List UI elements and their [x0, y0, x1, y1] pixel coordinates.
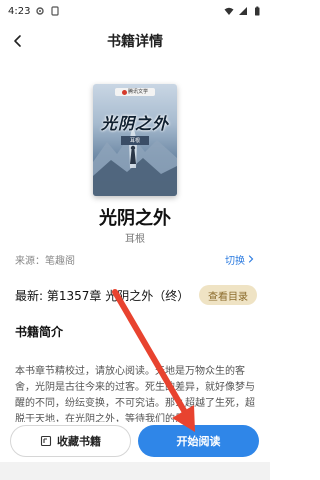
back-button[interactable]	[6, 29, 30, 53]
publisher-logo-icon	[121, 89, 127, 95]
book-author: 耳根	[125, 234, 145, 245]
cover-badge-text: 腾讯文学	[127, 88, 148, 95]
start-reading-label: 开始阅读	[176, 435, 221, 448]
cover-title: 光阴之外	[100, 114, 169, 133]
battery-icon	[255, 6, 260, 16]
latest-chapter[interactable]: 最新: 第1357章 光阴之外（终）	[15, 287, 189, 304]
intro-text: 本书章节精校过，请放心阅读。天地是万物众生的客舍，光阴是古往今来的过客。死生的差…	[15, 366, 255, 425]
favorite-book-label: 收藏书籍	[57, 435, 101, 448]
switch-source-button[interactable]: 切换	[225, 252, 255, 267]
status-right	[224, 6, 262, 16]
status-time: 4:23	[8, 5, 31, 17]
status-left: 4:23	[8, 6, 60, 17]
book-cover: 腾讯文学 光阴之外 耳根	[93, 84, 177, 196]
favorite-book-button[interactable]: 收藏书籍	[10, 425, 131, 457]
latest-chapter-row: 最新: 第1357章 光阴之外（终） 查看目录	[15, 284, 257, 306]
chevron-right-icon	[248, 255, 254, 263]
cover-author-tag: 耳根	[121, 136, 149, 145]
chevron-left-icon	[14, 35, 21, 47]
bookshelf-add-icon	[40, 435, 52, 447]
view-toc-button[interactable]: 查看目录	[199, 285, 257, 305]
settings-status-icon	[36, 7, 45, 15]
sim-status-icon	[51, 6, 60, 16]
page-title: 书籍详情	[107, 34, 163, 50]
book-name: 光阴之外	[99, 208, 171, 229]
wifi-icon	[224, 7, 234, 15]
header: 书籍详情	[0, 22, 270, 60]
status-bar: 4:23	[0, 0, 270, 22]
system-nav-bar	[0, 462, 270, 480]
switch-source-label: 切换	[225, 255, 245, 267]
cover-publisher-badge: 腾讯文学	[115, 88, 155, 96]
start-reading-button[interactable]: 开始阅读	[138, 425, 259, 457]
source-row: 来源：笔趣阁 切换	[15, 250, 255, 268]
intro-heading: 书籍简介	[15, 325, 64, 339]
source-label: 来源：笔趣阁	[15, 255, 75, 267]
signal-icon	[239, 7, 247, 15]
